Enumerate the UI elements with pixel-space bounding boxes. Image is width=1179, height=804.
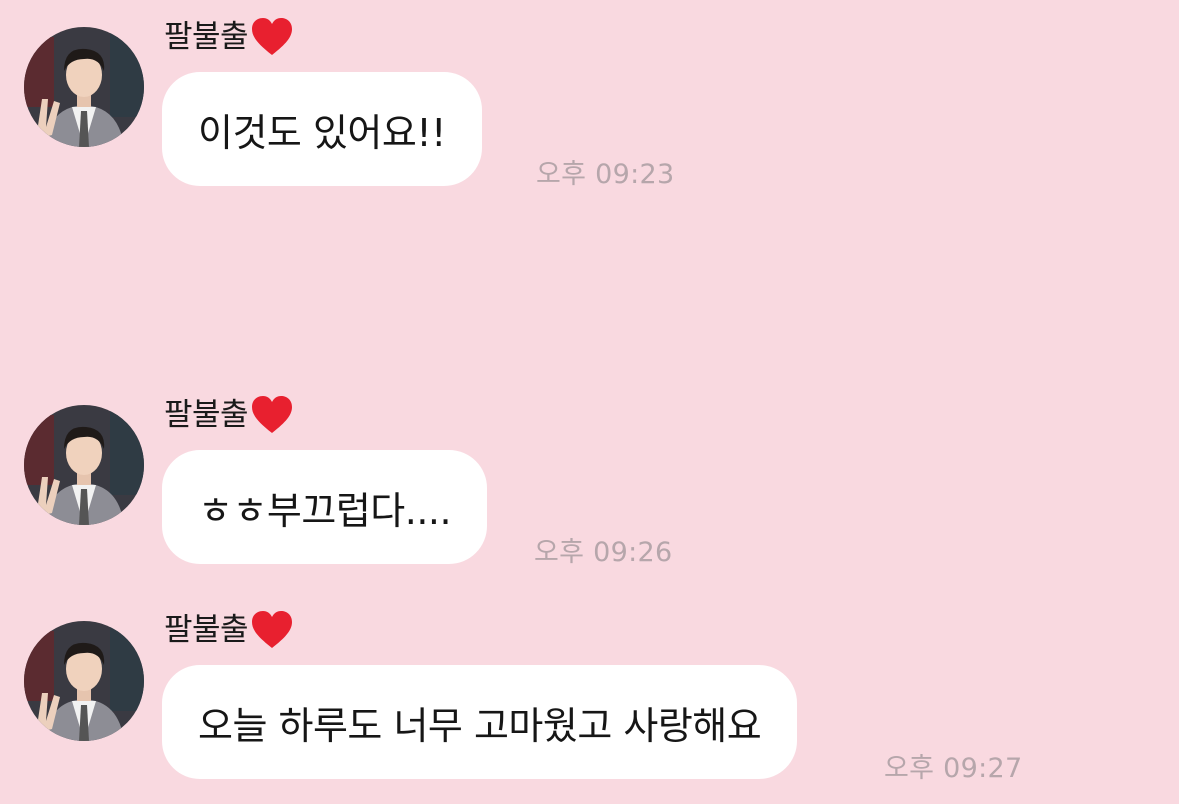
sender-name: 팔불출 [164, 397, 249, 433]
avatar[interactable] [24, 621, 144, 741]
sender-label: 팔불출 [164, 608, 294, 652]
avatar[interactable] [24, 405, 144, 525]
message-text: 이것도 있어요!! [198, 110, 446, 155]
red-heart-icon [250, 610, 294, 650]
red-heart-icon [250, 395, 294, 435]
sender-label: 팔불출 [164, 393, 294, 437]
message-timestamp: 오후 09:23 [536, 159, 675, 190]
avatar[interactable] [24, 27, 144, 147]
message-text: 오늘 하루도 너무 고마웠고 사랑해요 [198, 703, 762, 748]
sender-name: 팔불출 [164, 612, 249, 648]
chat-screen: { "theme": { "background": "#f9d9e0", "b… [0, 0, 1179, 804]
red-heart-icon [250, 17, 294, 57]
sender-label: 팔불출 [164, 15, 294, 59]
message-bubble[interactable]: 이것도 있어요!! [162, 72, 482, 186]
message-timestamp: 오후 09:26 [534, 537, 673, 568]
message-timestamp: 오후 09:27 [884, 753, 1023, 784]
message-bubble[interactable]: ㅎㅎ부끄럽다.... [162, 450, 488, 564]
sender-name: 팔불출 [164, 19, 249, 55]
message-bubble[interactable]: 오늘 하루도 너무 고마웠고 사랑해요 [162, 665, 798, 779]
message-text: ㅎㅎ부끄럽다.... [198, 488, 452, 533]
